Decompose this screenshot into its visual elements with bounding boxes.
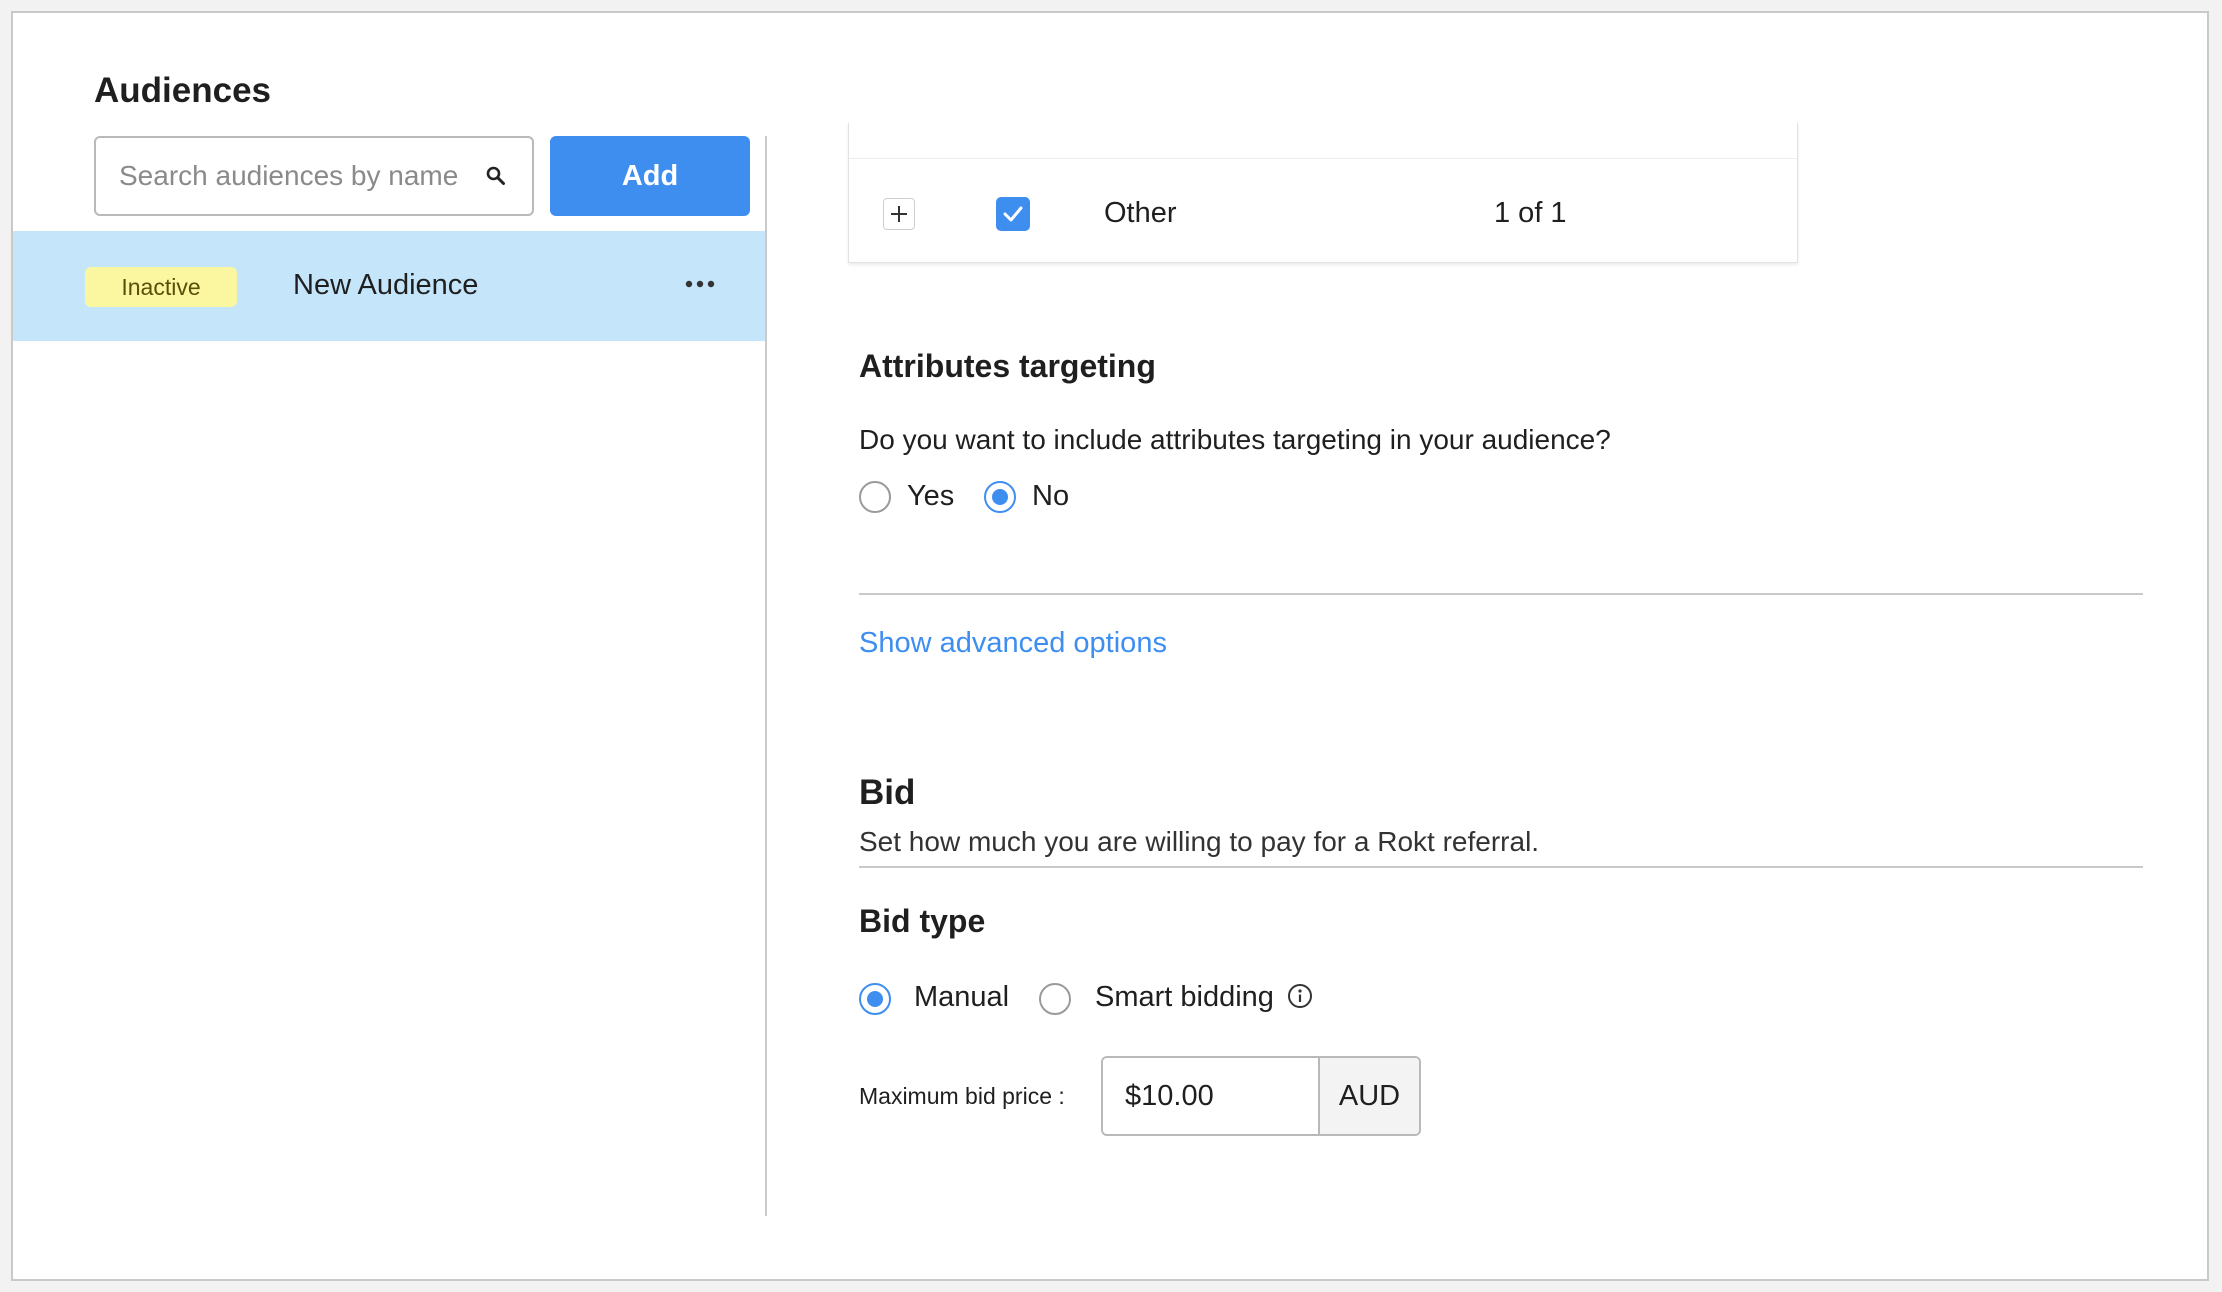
attributes-yes-label[interactable]: Yes <box>907 480 954 513</box>
bid-type-title: Bid type <box>859 903 986 939</box>
status-badge: Inactive <box>85 267 237 307</box>
max-bid-field[interactable]: AUD <box>1101 1056 1421 1136</box>
attributes-no-radio[interactable] <box>984 481 1016 513</box>
attributes-targeting-title: Attributes targeting <box>859 348 1156 384</box>
attributes-question: Do you want to include attributes target… <box>859 424 1611 455</box>
max-bid-label: Maximum bid price : <box>859 1083 1065 1109</box>
row-checkbox[interactable] <box>996 197 1030 231</box>
table-divider <box>849 158 1797 159</box>
bid-smart-radio[interactable] <box>1039 983 1071 1015</box>
currency-addon: AUD <box>1318 1058 1419 1134</box>
column-divider <box>765 136 767 1216</box>
location-row-count: 1 of 1 <box>1494 197 1567 229</box>
show-advanced-options-link[interactable]: Show advanced options <box>859 627 1167 660</box>
bid-smart-label[interactable]: Smart bidding <box>1095 981 1274 1014</box>
attributes-no-label[interactable]: No <box>1032 480 1069 513</box>
bid-subtitle: Set how much you are willing to pay for … <box>859 826 1540 857</box>
more-options-icon[interactable] <box>680 269 720 299</box>
location-table-card: Other 1 of 1 <box>848 123 1798 263</box>
expand-plus-icon[interactable] <box>883 198 915 230</box>
bid-manual-radio[interactable] <box>859 983 891 1015</box>
add-audience-button[interactable]: Add <box>550 136 750 216</box>
app-window: Audiences Add Inactive New Audience <box>11 11 2209 1281</box>
search-field[interactable] <box>94 136 534 216</box>
checkmark-icon <box>1003 206 1023 222</box>
location-row-label: Other <box>1104 197 1177 229</box>
bid-divider <box>859 866 2143 868</box>
max-bid-input[interactable] <box>1103 1058 1318 1134</box>
bid-title: Bid <box>859 773 916 812</box>
audience-name: New Audience <box>293 269 479 301</box>
audience-list-item[interactable]: Inactive New Audience <box>13 231 766 341</box>
page-title: Audiences <box>94 71 271 110</box>
section-divider <box>859 593 2143 595</box>
bid-manual-label[interactable]: Manual <box>914 981 1009 1014</box>
attributes-yes-radio[interactable] <box>859 481 891 513</box>
info-icon[interactable] <box>1287 983 1313 1009</box>
search-icon[interactable] <box>482 162 510 190</box>
search-input[interactable] <box>119 160 482 192</box>
